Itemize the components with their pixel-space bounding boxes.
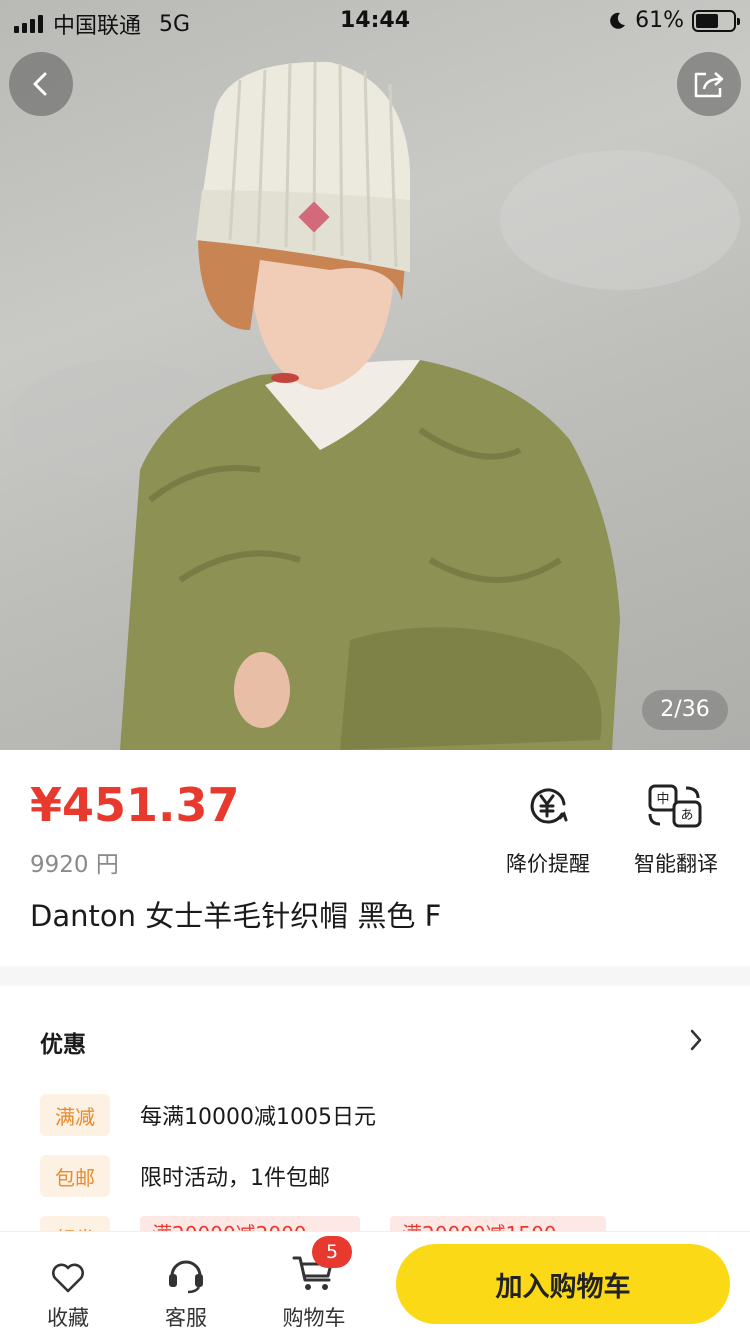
promotion-text: 限时活动，1件包邮: [140, 1166, 330, 1191]
price-alert-label: 降价提醒: [506, 852, 590, 876]
favorite-button[interactable]: 收藏: [18, 1250, 118, 1332]
promotion-text: 每满10000减1005日元: [140, 1105, 376, 1130]
battery-icon: [692, 9, 740, 32]
product-photo: [10, 61, 740, 750]
battery-level: [696, 13, 718, 28]
add-to-cart-button[interactable]: 加入购物车: [396, 1244, 730, 1324]
moon-icon: [610, 12, 626, 29]
translate-icon: 中 あ: [648, 784, 702, 828]
cart-label: 购物车: [282, 1306, 346, 1330]
smart-translate-button[interactable]: 中 あ 智能翻译: [616, 778, 736, 878]
chevron-right-icon: [690, 1029, 702, 1051]
status-bar: 中国联通 5G 14:44 61%: [0, 0, 750, 42]
yen-alert-icon: [530, 788, 568, 824]
image-counter: 2/36: [642, 690, 728, 730]
product-title: Danton 女士羊毛针织帽 黑色 F: [30, 899, 442, 933]
svg-text:あ: あ: [680, 808, 693, 823]
headset-icon: [169, 1260, 203, 1294]
chevron-left-icon: [33, 72, 47, 96]
smart-translate-label: 智能翻译: [634, 852, 718, 876]
svg-text:中: 中: [656, 792, 669, 807]
battery-percent: 61%: [635, 8, 684, 33]
share-icon: [694, 72, 724, 98]
price-alert-button[interactable]: 降价提醒: [488, 778, 608, 878]
back-button[interactable]: [9, 52, 73, 116]
original-price: 9920 円: [30, 852, 119, 878]
promotion-row: 包邮 限时活动，1件包邮: [40, 1155, 330, 1197]
heart-icon: [52, 1263, 84, 1293]
customer-service-button[interactable]: 客服: [136, 1250, 236, 1332]
promotion-tag: 包邮: [40, 1155, 110, 1197]
product-price: ¥451.37: [30, 778, 240, 832]
cart-button[interactable]: 购物车: [264, 1250, 364, 1332]
product-gallery[interactable]: 中国联通 5G 14:44 61% 2/36: [0, 0, 750, 750]
share-button[interactable]: [677, 52, 741, 116]
promotion-tag: 满减: [40, 1094, 110, 1136]
promotions-heading: 优惠: [40, 1032, 86, 1058]
promotions-expand-button[interactable]: [688, 1028, 704, 1056]
customer-service-label: 客服: [165, 1306, 207, 1330]
promotion-row: 满减 每满10000减1005日元: [40, 1094, 376, 1136]
cart-count-badge: 5: [312, 1236, 352, 1268]
favorite-label: 收藏: [47, 1306, 89, 1330]
section-divider: [0, 966, 750, 986]
